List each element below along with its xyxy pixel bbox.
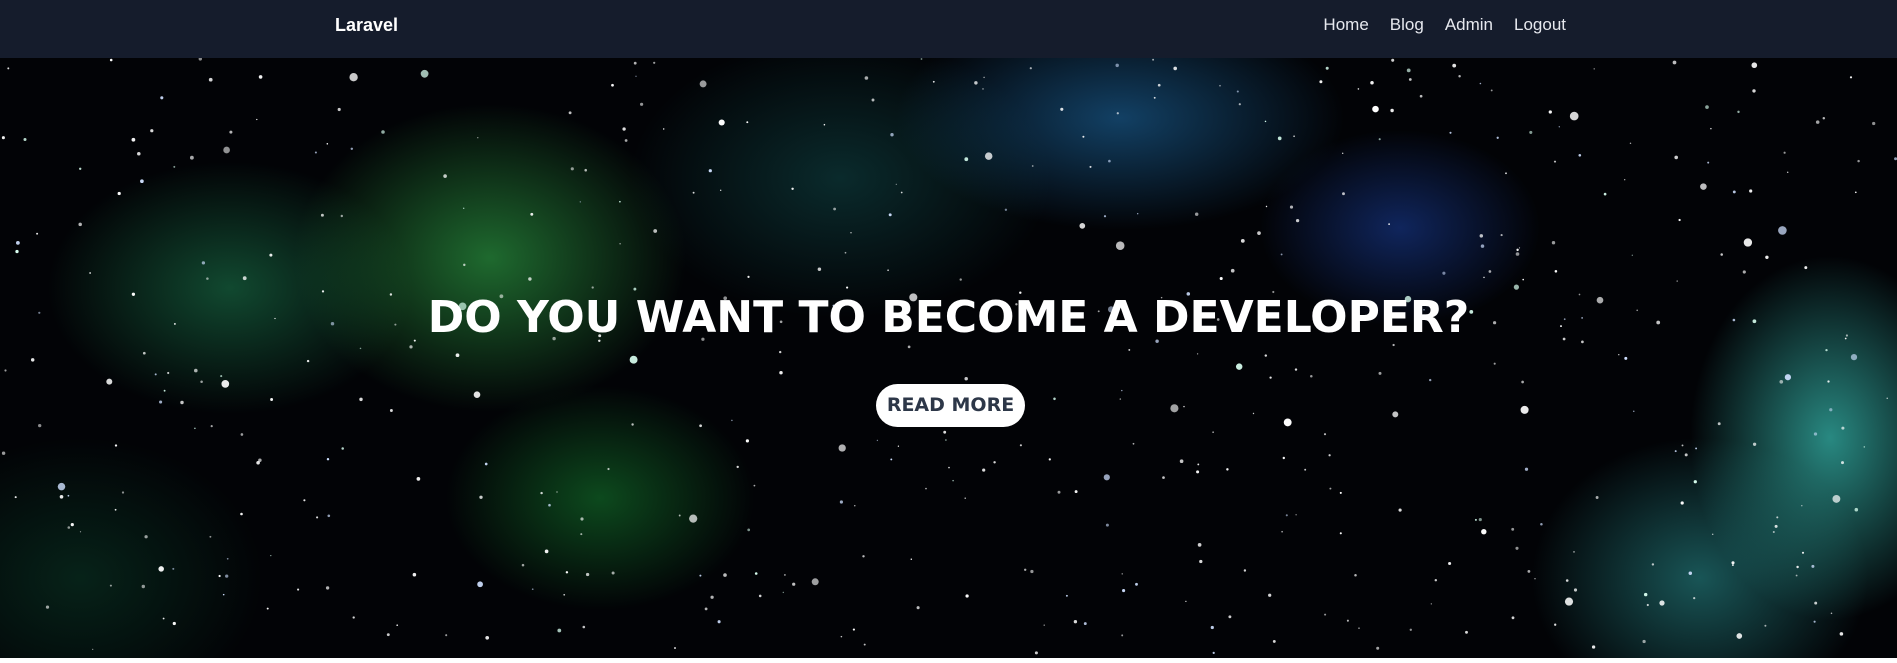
brand-link[interactable]: Laravel <box>335 14 398 36</box>
nav-link-home[interactable]: Home <box>1323 14 1368 36</box>
starfield-background <box>1 58 1897 655</box>
nav-links: Home Blog Admin Logout <box>1323 14 1566 36</box>
nav-link-admin[interactable]: Admin <box>1445 14 1493 36</box>
hero-section: DO YOU WANT TO BECOME A DEVELOPER? READ … <box>0 58 1897 658</box>
hero-title: DO YOU WANT TO BECOME A DEVELOPER? <box>427 292 1470 343</box>
navbar: Laravel Home Blog Admin Logout <box>0 0 1897 58</box>
read-more-button[interactable]: READ MORE <box>876 384 1025 427</box>
nav-link-blog[interactable]: Blog <box>1390 14 1424 36</box>
nav-link-logout[interactable]: Logout <box>1514 14 1566 36</box>
